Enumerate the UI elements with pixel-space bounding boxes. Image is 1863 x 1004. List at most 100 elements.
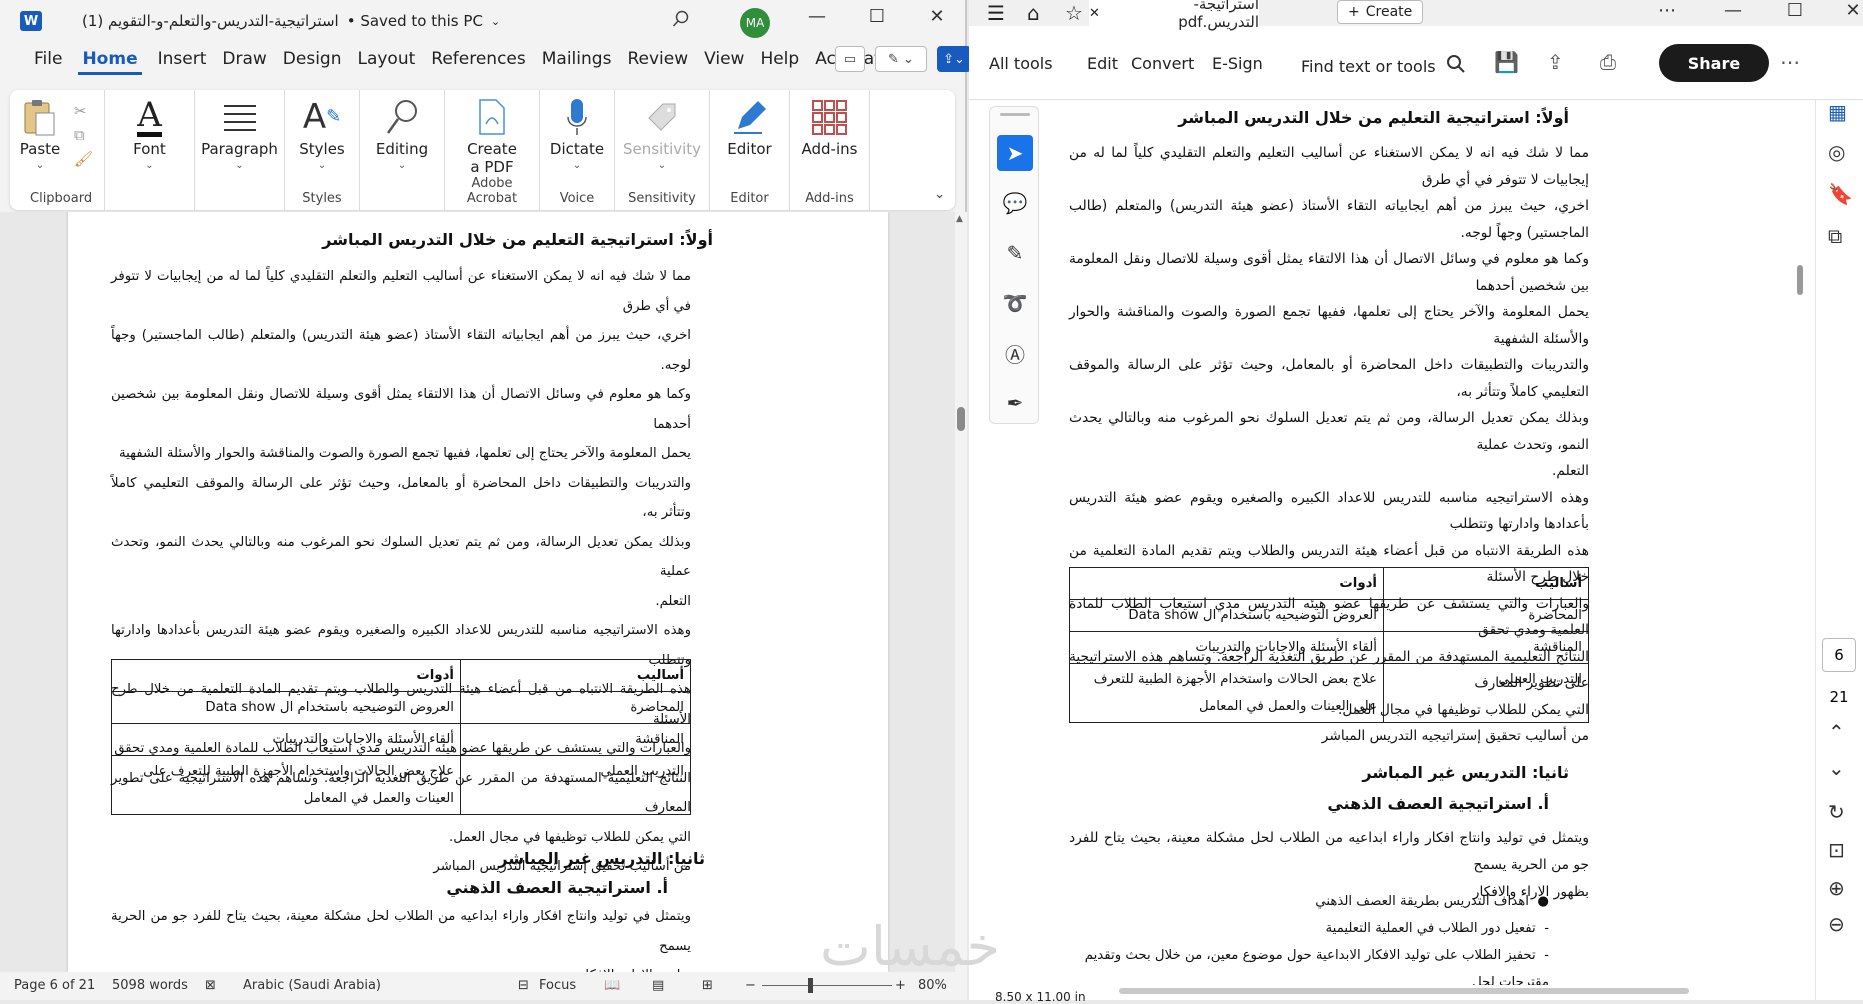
clipboard-label: Clipboard bbox=[30, 191, 93, 206]
ai-assistant-icon[interactable]: ▦ bbox=[1828, 100, 1847, 124]
sensitivity-group: Sensitivity ⌄ Sensitivity bbox=[615, 90, 710, 210]
addins-button[interactable]: Add-ins bbox=[794, 96, 866, 158]
highlight-pen-icon[interactable]: ✎ bbox=[997, 235, 1033, 271]
all-tools-button[interactable]: All tools bbox=[989, 54, 1053, 73]
tab-home[interactable]: Home bbox=[78, 44, 142, 75]
table-row: المحاضرة العروض التوضيحيه باستخدام ال Da… bbox=[111, 691, 691, 724]
focus-icon[interactable]: ⊟ bbox=[518, 978, 529, 993]
current-page-input[interactable]: 6 bbox=[1822, 638, 1856, 672]
document-page[interactable]: أولاً: استراتيجية التعليم من خلال التدري… bbox=[68, 212, 888, 972]
language[interactable]: Arabic (Saudi Arabia) bbox=[243, 978, 381, 993]
star-icon[interactable]: ☆ bbox=[1065, 1, 1083, 25]
print-icon[interactable]: ⎙ bbox=[1600, 50, 1616, 74]
search-icon[interactable] bbox=[672, 10, 690, 33]
dictate-button[interactable]: Dictate ⌄ bbox=[542, 96, 612, 172]
tab-file[interactable]: File bbox=[26, 42, 70, 76]
find-text-or-tools[interactable]: Find text or tools bbox=[1301, 54, 1466, 78]
edit-button[interactable]: Edit bbox=[1087, 54, 1118, 73]
tab-design[interactable]: Design bbox=[275, 42, 350, 76]
zoom-out-icon[interactable]: − bbox=[745, 978, 756, 993]
home-icon[interactable]: ⌂ bbox=[1027, 1, 1040, 25]
clipboard-group: Paste ⌄ ✂ ⧉ 🖌 Clipboard bbox=[10, 90, 105, 210]
close-icon[interactable]: ✕ bbox=[1833, 0, 1863, 21]
bookmark-icon[interactable]: 🔖 bbox=[1828, 182, 1853, 206]
paragraph-button[interactable]: Paragraph ⌄ bbox=[193, 96, 286, 172]
editing-button[interactable]: Editing ⌄ bbox=[368, 96, 436, 172]
web-layout-icon[interactable]: ⊞ bbox=[702, 978, 713, 993]
freehand-draw-icon[interactable]: ➰ bbox=[997, 285, 1033, 321]
tab-references[interactable]: References bbox=[423, 42, 533, 76]
tab-layout[interactable]: Layout bbox=[349, 42, 423, 76]
voice-group: Dictate ⌄ Voice bbox=[540, 90, 615, 210]
create-pdf-button[interactable]: Create a PDF bbox=[459, 96, 525, 176]
pdf-horizontal-scrollbar[interactable] bbox=[1119, 988, 1689, 994]
sensitivity-button[interactable]: Sensitivity ⌄ bbox=[615, 96, 709, 172]
fill-sign-icon[interactable]: ✒ bbox=[997, 385, 1033, 421]
more-options-icon[interactable]: ⋯ bbox=[1647, 0, 1687, 21]
read-mode-icon[interactable]: 📖 bbox=[604, 978, 620, 993]
upload-cloud-icon[interactable]: ⇪ bbox=[1547, 50, 1564, 74]
esign-button[interactable]: E-Sign bbox=[1212, 54, 1263, 73]
focus-button[interactable]: Focus bbox=[539, 978, 576, 993]
document-title[interactable]: (1) استراتيجية-التدريس-والتعلم-و-التقويم… bbox=[82, 12, 500, 30]
proofing-icon[interactable]: ⊠ bbox=[205, 978, 216, 993]
tab-help[interactable]: Help bbox=[752, 42, 807, 76]
scroll-up-icon[interactable]: ▲ bbox=[956, 214, 963, 224]
document-tab[interactable]: استراتيجة-التدريس.pdf ✕ bbox=[1089, 0, 1259, 31]
create-button[interactable]: + Create bbox=[1337, 0, 1424, 24]
pdf-vertical-scroll-thumb[interactable] bbox=[1797, 265, 1803, 295]
page-fit-icon[interactable]: ⊡ bbox=[1828, 838, 1845, 862]
convert-button[interactable]: Convert bbox=[1131, 54, 1194, 73]
pdf-page[interactable]: أولاً: استراتيجية التعليم من خلال التدري… bbox=[1059, 100, 1679, 985]
close-icon[interactable]: ✕ bbox=[917, 6, 957, 27]
comment-icon[interactable]: 💬 bbox=[997, 185, 1033, 221]
vertical-scrollbar[interactable]: ▲ bbox=[955, 212, 967, 972]
font-button[interactable]: A Font ⌄ bbox=[120, 96, 180, 172]
format-painter-icon[interactable]: 🖌 bbox=[74, 150, 93, 168]
page-count[interactable]: Page 6 of 21 bbox=[14, 978, 95, 993]
zoom-level[interactable]: 80% bbox=[918, 978, 947, 993]
minimize-icon[interactable]: — bbox=[797, 6, 837, 27]
page-down-icon[interactable]: ⌄ bbox=[1828, 756, 1845, 780]
save-icon[interactable]: 💾 bbox=[1494, 50, 1519, 74]
refresh-icon[interactable]: ↻ bbox=[1828, 800, 1845, 824]
text-recognition-icon[interactable]: Ⓐ bbox=[997, 335, 1033, 371]
print-layout-icon[interactable]: ▤ bbox=[652, 978, 664, 993]
comments-icon[interactable]: ▭ bbox=[835, 46, 865, 72]
pages-icon[interactable]: ⧉ bbox=[1828, 224, 1842, 248]
zoom-in-icon[interactable]: ⊕ bbox=[1828, 876, 1845, 900]
share-button[interactable]: Share bbox=[1659, 44, 1769, 82]
editing-mode-icon[interactable]: ✎ ⌄ bbox=[875, 46, 927, 72]
cut-icon[interactable]: ✂ bbox=[74, 102, 93, 120]
tab-review[interactable]: Review bbox=[619, 42, 696, 76]
editor-pen-icon bbox=[728, 96, 772, 138]
page-up-icon[interactable]: ⌃ bbox=[1828, 720, 1845, 744]
zoom-out-icon[interactable]: ⊖ bbox=[1828, 912, 1845, 936]
share-icon[interactable]: ⇪⌄ bbox=[937, 46, 971, 72]
avatar[interactable]: MA bbox=[740, 8, 770, 38]
tab-draw[interactable]: Draw bbox=[214, 42, 274, 76]
scroll-thumb[interactable] bbox=[957, 407, 965, 431]
menu-icon[interactable]: ☰ bbox=[987, 1, 1005, 25]
comment-panel-icon[interactable]: ◎ bbox=[1828, 140, 1845, 164]
tab-insert[interactable]: Insert bbox=[150, 42, 215, 76]
styles-button[interactable]: A ✎ Styles ⌄ bbox=[291, 96, 353, 172]
editor-button[interactable]: Editor bbox=[719, 96, 779, 158]
close-tab-icon[interactable]: ✕ bbox=[1089, 6, 1100, 21]
paste-button[interactable]: Paste ⌄ bbox=[10, 96, 70, 172]
maximize-icon[interactable]: ☐ bbox=[1775, 0, 1815, 21]
more-icon[interactable]: ⋯ bbox=[1780, 50, 1800, 74]
copy-icon[interactable]: ⧉ bbox=[74, 126, 93, 144]
minimize-icon[interactable]: — bbox=[1713, 0, 1753, 21]
search-icon bbox=[1446, 54, 1466, 78]
zoom-slider-thumb[interactable] bbox=[808, 978, 813, 993]
word-count[interactable]: 5098 words bbox=[112, 978, 188, 993]
tab-mailings[interactable]: Mailings bbox=[534, 42, 620, 76]
drag-handle[interactable] bbox=[1000, 113, 1030, 116]
collapse-ribbon-icon[interactable]: ⌄ bbox=[934, 187, 945, 202]
zoom-slider[interactable] bbox=[762, 985, 892, 986]
maximize-icon[interactable]: ☐ bbox=[857, 6, 897, 27]
select-cursor-icon[interactable]: ➤ bbox=[997, 135, 1033, 171]
tab-view[interactable]: View bbox=[696, 42, 752, 76]
zoom-in-icon[interactable]: + bbox=[895, 978, 906, 993]
